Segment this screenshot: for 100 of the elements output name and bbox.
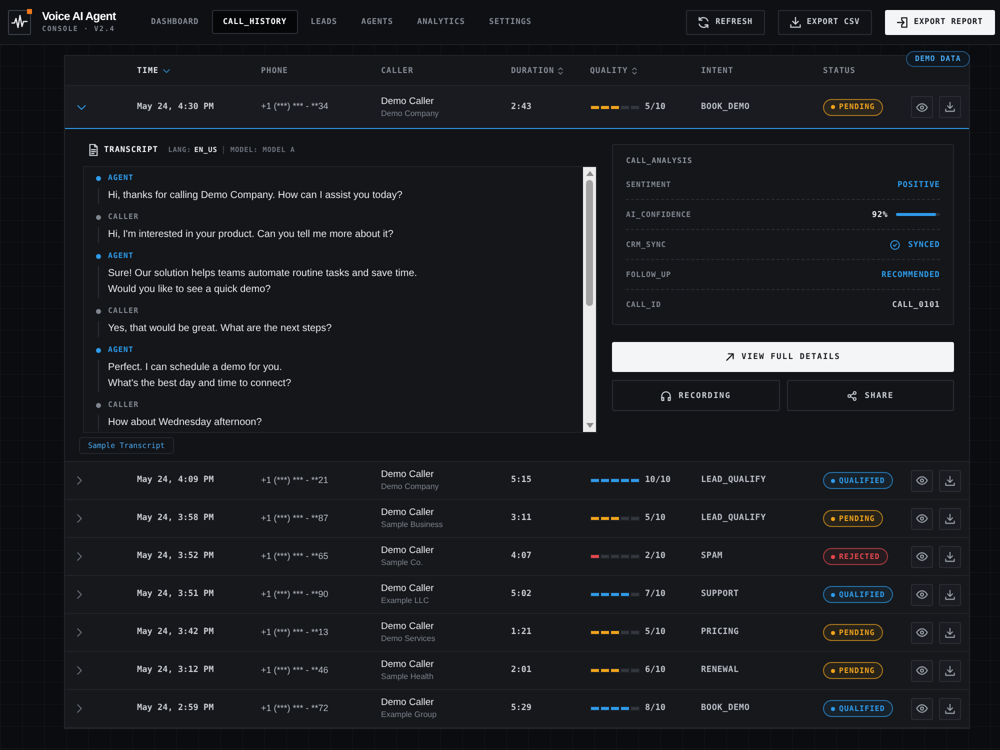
eye-icon	[916, 628, 928, 637]
analysis-value: POSITIVE	[897, 178, 940, 190]
phone-cell-text: +1 (***) *** - **72	[261, 702, 330, 715]
speaker-dot	[96, 308, 101, 314]
details-button[interactable]: VIEW FULL DETAILS	[612, 342, 954, 372]
analysis-value: SYNCED	[908, 238, 940, 250]
scrollbar-thumb[interactable]	[586, 180, 593, 306]
toolbar-button[interactable]: EXPORT REPORT	[884, 10, 995, 34]
download-button[interactable]	[939, 546, 961, 568]
column-header: STATUS	[823, 64, 856, 76]
chevron-right-icon[interactable]	[77, 552, 82, 561]
time-cell-text: May 24, 3:58 PM	[137, 512, 215, 525]
download-button[interactable]	[939, 698, 961, 720]
duration-cell-text: 2:01	[511, 664, 532, 677]
view-button[interactable]	[911, 546, 933, 568]
eye-icon	[916, 476, 928, 485]
chevron-down-icon[interactable]	[77, 104, 86, 110]
nav-tab[interactable]: AGENTS	[350, 10, 404, 34]
time-cell-text: May 24, 2:59 PM	[137, 702, 215, 715]
speaker-dot	[96, 176, 101, 180]
column-header[interactable]: QUALITY	[590, 64, 628, 76]
analysis-value: CALL_0101	[892, 299, 940, 311]
download-button[interactable]	[939, 584, 961, 606]
download-button[interactable]	[939, 470, 961, 492]
speaker-dot	[96, 402, 101, 408]
message-text: Hi, thanks for calling Demo Company. How can I assist you today?	[108, 189, 404, 203]
caller-company: Demo Company	[381, 481, 440, 492]
scroll-up-icon[interactable]	[586, 171, 594, 176]
analysis-value: RECOMMENDED	[882, 268, 940, 280]
download-icon	[945, 476, 955, 486]
toolbar-button[interactable]: REFRESH	[686, 10, 765, 34]
download-icon	[945, 102, 955, 112]
chevron-right-icon[interactable]	[77, 590, 82, 599]
nav-tab[interactable]: ANALYTICS	[406, 10, 476, 34]
phone-cell-text: +1 (***) *** - **65	[261, 550, 330, 563]
download-icon	[945, 552, 955, 562]
download-icon	[945, 666, 955, 676]
view-button[interactable]	[911, 622, 933, 644]
download-button[interactable]	[939, 96, 961, 118]
download-icon	[945, 590, 955, 600]
details-button[interactable]: RECORDING	[612, 380, 780, 411]
scrollbar[interactable]	[583, 167, 596, 432]
document-icon	[89, 144, 98, 156]
time-cell-text: May 24, 3:12 PM	[137, 664, 215, 677]
download-icon	[945, 704, 955, 714]
sort-icon[interactable]	[558, 66, 564, 74]
download-button[interactable]	[939, 508, 961, 530]
details-button[interactable]: SHARE	[786, 380, 954, 411]
view-button[interactable]	[911, 698, 933, 720]
nav-tab[interactable]: LEADS	[300, 10, 348, 34]
intent-cell-text: SPAM	[701, 550, 724, 563]
duration-cell-text: 2:43	[511, 100, 532, 114]
waveform-logo-icon	[8, 9, 32, 35]
view-button[interactable]	[911, 508, 933, 530]
speaker-dot	[96, 348, 101, 352]
caller-company: Demo Services	[381, 633, 436, 644]
chevron-right-icon[interactable]	[77, 628, 82, 637]
speaker-dot	[96, 214, 101, 220]
nav-tab[interactable]: SETTINGS	[478, 10, 543, 34]
intent-cell-text: RENEWAL	[701, 664, 740, 677]
phone-cell-text: +1 (***) *** - **21	[261, 474, 330, 487]
chevron-right-icon[interactable]	[77, 666, 82, 675]
chevron-right-icon[interactable]	[77, 514, 82, 523]
column-header: INTENT	[701, 64, 734, 76]
view-button[interactable]	[911, 584, 933, 606]
view-button[interactable]	[911, 660, 933, 682]
analysis-value: 92%	[872, 208, 888, 220]
toolbar-button[interactable]: EXPORT CSV	[778, 10, 872, 34]
scroll-down-icon[interactable]	[586, 423, 594, 428]
download-icon	[790, 16, 801, 28]
caller-company: Sample Health	[381, 671, 434, 682]
intent-cell-text: BOOK_DEMO	[701, 100, 751, 114]
nav-tab[interactable]: CALL_HISTORY	[212, 10, 298, 34]
column-header[interactable]: DURATION	[511, 64, 554, 76]
chevron-right-icon[interactable]	[77, 704, 82, 713]
column-header[interactable]: TIME	[137, 64, 159, 76]
caller-name: Demo Caller	[381, 507, 435, 519]
headphones-icon	[660, 390, 671, 400]
quality-score: 5/10	[645, 512, 666, 525]
sort-desc-icon[interactable]	[162, 68, 170, 72]
chevron-right-icon[interactable]	[77, 476, 82, 485]
view-button[interactable]	[911, 96, 933, 118]
intent-cell-text: SUPPORT	[701, 588, 740, 601]
view-button[interactable]	[911, 470, 933, 492]
quality-score: 8/10	[645, 702, 666, 715]
intent-cell-text: LEAD_QUALIFY	[701, 512, 768, 525]
phone-cell-text: +1 (***) *** - **34	[261, 100, 330, 114]
download-button[interactable]	[939, 622, 961, 644]
time-cell-text: May 24, 4:09 PM	[137, 474, 215, 487]
caller-name: Demo Caller	[381, 697, 435, 709]
time-cell-text: May 24, 3:52 PM	[137, 550, 215, 563]
sort-icon[interactable]	[632, 66, 637, 74]
box-arrow-icon	[896, 16, 908, 28]
download-button[interactable]	[939, 660, 961, 682]
duration-cell-text: 5:29	[511, 702, 532, 715]
nav-tab[interactable]: DASHBOARD	[140, 10, 210, 34]
quality-score: 6/10	[645, 664, 666, 677]
column-header: PHONE	[261, 64, 288, 76]
caller-company: Demo Company	[381, 108, 440, 118]
message-text: Would you like to see a quick demo?	[108, 283, 272, 297]
